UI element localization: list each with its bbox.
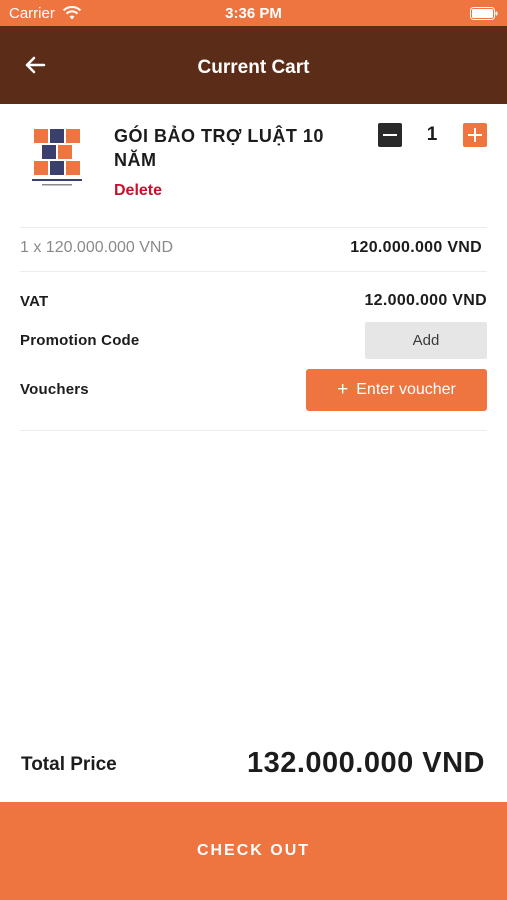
- status-time: 3:36 PM: [225, 5, 282, 22]
- vat-label: VAT: [20, 293, 49, 310]
- divider: [20, 271, 487, 272]
- checkout-button[interactable]: CHECK OUT: [0, 802, 507, 900]
- product-name: GÓI BẢO TRỢ LUẬT 10 NĂM: [114, 126, 324, 170]
- vouchers-label: Vouchers: [20, 381, 89, 398]
- battery-icon: [470, 7, 498, 20]
- quantity-value: 1: [426, 124, 438, 145]
- divider: [20, 430, 487, 431]
- plus-icon: +: [337, 379, 349, 400]
- total-price-label: Total Price: [21, 754, 117, 775]
- page-title: Current Cart: [197, 57, 310, 78]
- status-bar: Carrier 3:36 PM: [0, 0, 507, 26]
- total-price-value: 132.000.000 VND: [246, 747, 485, 779]
- enter-voucher-button[interactable]: + Enter voucher: [306, 369, 487, 411]
- divider: [20, 227, 487, 228]
- unit-price-line: 1 x 120.000.000 VND: [20, 239, 173, 256]
- enter-voucher-label: Enter voucher: [356, 381, 456, 398]
- nav-bar: Current Cart: [0, 26, 507, 104]
- promotion-code-label: Promotion Code: [20, 332, 140, 349]
- line-total: 120.000.000 VND: [350, 239, 482, 256]
- promotion-add-button[interactable]: Add: [365, 322, 487, 359]
- quantity-decrease-button[interactable]: [378, 123, 402, 147]
- product-logo: [32, 129, 82, 186]
- delete-button[interactable]: Delete: [114, 182, 162, 200]
- quantity-increase-button[interactable]: [463, 123, 487, 147]
- vat-value: 12.000.000 VND: [364, 292, 487, 309]
